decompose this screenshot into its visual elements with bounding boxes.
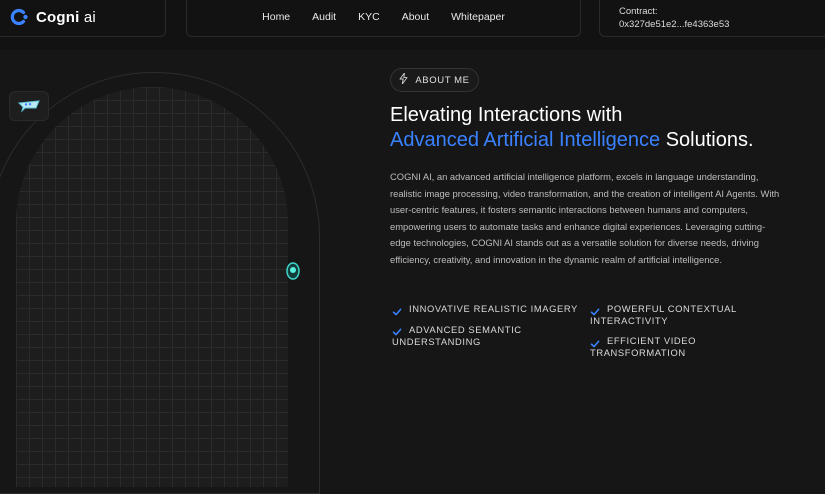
feature-label: ADVANCED SEMANTIC bbox=[409, 324, 522, 335]
feature-item-semantic: ADVANCED SEMANTIC UNDERSTANDING bbox=[392, 324, 522, 347]
feature-label-cont: INTERACTIVITY bbox=[590, 314, 669, 326]
feature-label: POWERFUL CONTEXTUAL bbox=[607, 303, 737, 314]
about-badge-label: ABOUT ME bbox=[415, 74, 470, 86]
sparkle-orb-icon bbox=[282, 259, 304, 283]
feature-label: INNOVATIVE REALISTIC IMAGERY bbox=[409, 303, 578, 314]
headline-tail: Solutions. bbox=[660, 129, 754, 151]
logo-suffix: ai bbox=[83, 8, 96, 26]
contract-panel[interactable]: Contract: 0x327de51e2...fe4363e53 bbox=[599, 0, 825, 37]
nav-whitepaper[interactable]: Whitepaper bbox=[451, 11, 505, 23]
headline-line1: Elevating Interactions with bbox=[390, 104, 623, 126]
logo-name: Cogni bbox=[36, 8, 80, 26]
logo[interactable]: Cogni ai bbox=[0, 0, 166, 37]
chat-bubble-icon bbox=[9, 91, 49, 121]
page-title: Elevating Interactions with Advanced Art… bbox=[390, 103, 820, 153]
check-icon bbox=[392, 304, 402, 316]
nav-kyc[interactable]: KYC bbox=[358, 11, 380, 23]
feature-label: EFFICIENT VIDEO bbox=[607, 335, 697, 346]
feature-item-imagery: INNOVATIVE REALISTIC IMAGERY bbox=[409, 303, 578, 315]
nav-about[interactable]: About bbox=[402, 11, 429, 23]
arch-grid-image bbox=[16, 87, 288, 487]
feature-item-video: EFFICIENT VIDEO TRANSFORMATION bbox=[590, 335, 696, 358]
headline-accent: Advanced Artificial Intelligence bbox=[390, 129, 661, 151]
feature-item-interactivity: POWERFUL CONTEXTUAL INTERACTIVITY bbox=[590, 303, 737, 326]
feature-label-cont: TRANSFORMATION bbox=[590, 346, 686, 358]
lightning-icon bbox=[399, 72, 408, 87]
about-badge: ABOUT ME bbox=[390, 68, 479, 92]
feature-label-cont: UNDERSTANDING bbox=[392, 335, 481, 347]
logo-text: Cogni ai bbox=[36, 9, 96, 26]
cogni-logo-icon bbox=[8, 6, 30, 28]
contract-address[interactable]: 0x327de51e2...fe4363e53 bbox=[619, 18, 825, 31]
nav-home[interactable]: Home bbox=[262, 11, 290, 23]
contract-label: Contract: bbox=[619, 6, 658, 17]
about-description: COGNI AI, an advanced artificial intelli… bbox=[390, 171, 780, 265]
main-nav: Home Audit KYC About Whitepaper bbox=[186, 0, 581, 37]
nav-audit[interactable]: Audit bbox=[312, 11, 336, 23]
